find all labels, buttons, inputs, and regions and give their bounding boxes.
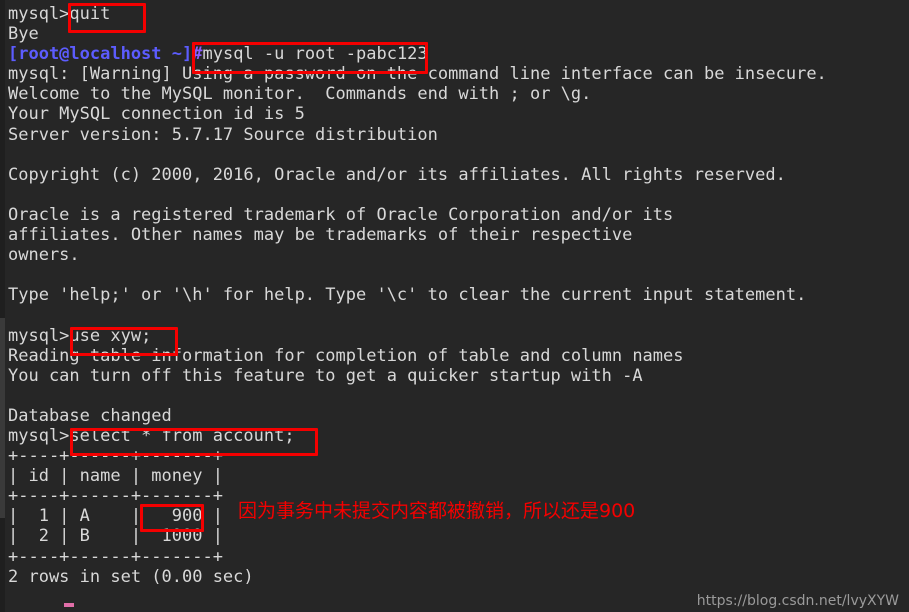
terminal-line: mysql>use xyw; xyxy=(8,326,909,346)
terminal-line: Server version: 5.7.17 Source distributi… xyxy=(8,124,438,145)
watermark-url: https://blog.csdn.net/lvyXYW xyxy=(696,593,899,609)
terminal-line: Copyright (c) 2000, 2016, Oracle and/or … xyxy=(8,164,786,185)
command-text-quit: quit xyxy=(69,4,111,24)
table-row: | 2 | B | 1000 | xyxy=(8,526,223,547)
terminal-line: [root@localhost ~]#mysql -u root -pabc12… xyxy=(8,44,909,64)
terminal-line: Bye xyxy=(8,24,39,45)
terminal-line: Reading table information for completion… xyxy=(8,345,684,366)
query-result-summary: 2 rows in set (0.00 sec) xyxy=(8,566,254,587)
command-text-select: select * from account; xyxy=(69,425,295,446)
command-text-mysql-login: mysql -u root -pabc123 xyxy=(202,44,428,65)
terminal-line: Oracle is a registered trademark of Orac… xyxy=(8,204,674,225)
terminal-line: Your MySQL connection id is 5 xyxy=(8,104,305,125)
terminal-line: Welcome to the MySQL monitor. Commands e… xyxy=(8,84,592,105)
command-text-use-xyw: use xyw; xyxy=(69,325,152,346)
table-header-row: | id | name | money | xyxy=(8,466,223,487)
table-border-top: +----+------+-------+ xyxy=(8,446,223,467)
terminal-line: You can turn off this feature to get a q… xyxy=(8,365,643,386)
terminal-line: Database changed xyxy=(8,405,172,426)
terminal-line: affiliates. Other names may be trademark… xyxy=(8,225,633,246)
shell-prompt-symbol: # xyxy=(192,44,203,65)
terminal-window: mysql>quit Bye [root@localhost ~]#mysql … xyxy=(0,0,909,612)
terminal-line: mysql>quit xyxy=(8,4,909,24)
terminal-line: owners. xyxy=(8,245,80,266)
text-cursor xyxy=(64,603,74,607)
annotation-note: 因为事务中未提交内容都被撤销，所以还是900 xyxy=(238,500,636,522)
table-border-bottom: +----+------+-------+ xyxy=(8,546,223,567)
terminal-line: mysql: [Warning] Using a password on the… xyxy=(8,64,827,85)
terminal-line: mysql>select * from account; xyxy=(8,426,909,446)
terminal-line: Type 'help;' or '\h' for help. Type '\c'… xyxy=(8,285,807,306)
mysql-prompt-label: mysql> xyxy=(8,325,70,346)
shell-prompt-label: [root@localhost ~] xyxy=(8,44,193,65)
mysql-prompt-label: mysql> xyxy=(8,4,70,24)
mysql-prompt-label: mysql> xyxy=(8,425,70,446)
